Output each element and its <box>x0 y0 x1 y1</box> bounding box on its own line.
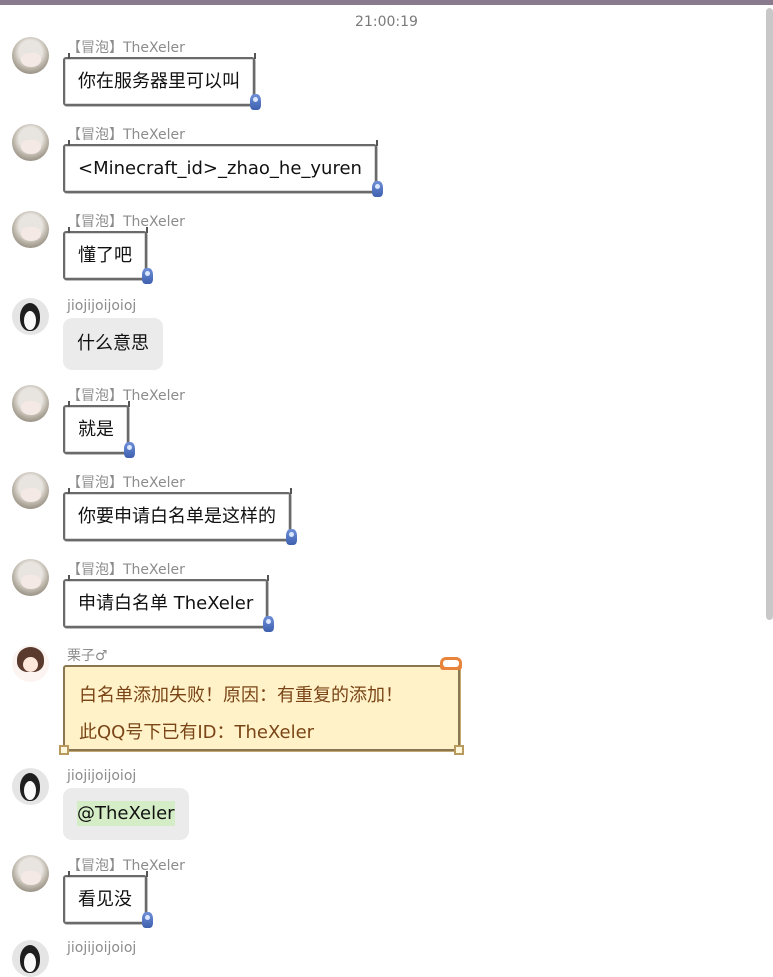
bubble-mascot-icon <box>263 616 275 632</box>
bubble-corner-decoration <box>250 53 256 59</box>
message-text: 看见没 <box>78 889 132 910</box>
message-bubble[interactable]: 看见没 <box>63 871 153 928</box>
message-bubble[interactable]: 懂了吧 <box>63 227 153 284</box>
avatar[interactable] <box>12 298 49 335</box>
avatar[interactable] <box>12 645 49 682</box>
sender-name[interactable]: jiojijoijoioj <box>67 768 136 784</box>
message-text-line: 此QQ号下已有ID：TheXeler <box>79 722 315 743</box>
avatar[interactable] <box>12 385 49 422</box>
avatar[interactable] <box>12 37 49 74</box>
bubble-mascot-icon <box>124 442 135 458</box>
sender-name[interactable]: 【冒泡】TheXeler <box>67 855 185 875</box>
bubble-corner-decoration <box>142 871 148 877</box>
message-text: 什么意思 <box>77 333 149 354</box>
avatar[interactable] <box>12 124 49 161</box>
bubble-mascot-icon <box>371 181 383 197</box>
sender-name[interactable]: 【冒泡】TheXeler <box>67 472 185 492</box>
sender-name[interactable]: 【冒泡】TheXeler <box>67 124 185 144</box>
bubble-corner-decoration <box>263 575 270 581</box>
message-text: 就是 <box>78 419 114 440</box>
bubble-corner-decoration <box>372 140 378 146</box>
avatar[interactable] <box>12 472 49 509</box>
bubble-mascot-icon <box>142 268 153 284</box>
message-text: 你要申请白名单是这样的 <box>78 506 276 527</box>
bubble-corner-decoration <box>142 227 148 233</box>
message-bubble[interactable]: 你要申请白名单是这样的 <box>63 488 297 545</box>
bubble-corner-decoration <box>286 488 292 494</box>
sender-name[interactable]: jiojijoijoioj <box>67 940 136 956</box>
sender-name[interactable]: 【冒泡】TheXeler <box>67 37 185 57</box>
scrollbar-thumb[interactable] <box>766 8 773 620</box>
bubble-mascot-icon <box>142 912 153 928</box>
message-bubble[interactable]: @TheXeler <box>63 788 189 840</box>
sender-name[interactable]: 【冒泡】TheXeler <box>67 559 185 579</box>
avatar[interactable] <box>12 559 49 596</box>
message-bubble[interactable]: 申请白名单 TheXeler <box>63 575 275 632</box>
avatar[interactable] <box>12 211 49 248</box>
message-bubble[interactable]: 就是 <box>63 401 135 458</box>
message-bubble[interactable]: 什么意思 <box>63 318 163 370</box>
avatar[interactable] <box>12 855 49 892</box>
message-text: <Minecraft_id>_zhao_he_yuren <box>78 158 362 179</box>
message-text: 懂了吧 <box>78 245 132 266</box>
message-text: 申请白名单 TheXeler <box>78 593 254 614</box>
mention-link[interactable]: @TheXeler <box>77 801 175 826</box>
avatar[interactable] <box>12 768 49 805</box>
cat-decoration-icon <box>440 657 462 670</box>
sender-name[interactable]: 栗子♂ <box>67 645 108 665</box>
chat-message-list[interactable]: 【冒泡】TheXeler 你在服务器里可以叫 【冒泡】TheXeler <Min… <box>0 0 773 977</box>
bubble-corner-decoration <box>454 745 464 755</box>
sender-name[interactable]: 【冒泡】TheXeler <box>67 211 185 231</box>
message-bubble[interactable]: <Minecraft_id>_zhao_he_yuren <box>63 140 383 197</box>
sender-name[interactable]: jiojijoijoioj <box>67 298 136 314</box>
message-text: 你在服务器里可以叫 <box>78 71 240 92</box>
bubble-corner-decoration <box>124 401 130 407</box>
bot-message-bubble[interactable]: 白名单添加失败！原因：有重复的添加！ 此QQ号下已有ID：TheXeler <box>59 657 464 755</box>
avatar[interactable] <box>12 940 49 977</box>
message-bubble[interactable]: 你在服务器里可以叫 <box>63 53 261 110</box>
message-text-line: 白名单添加失败！原因：有重复的添加！ <box>79 685 403 706</box>
bubble-mascot-icon <box>286 529 297 545</box>
bubble-corner-decoration <box>59 745 69 755</box>
bubble-mascot-icon <box>250 94 261 110</box>
